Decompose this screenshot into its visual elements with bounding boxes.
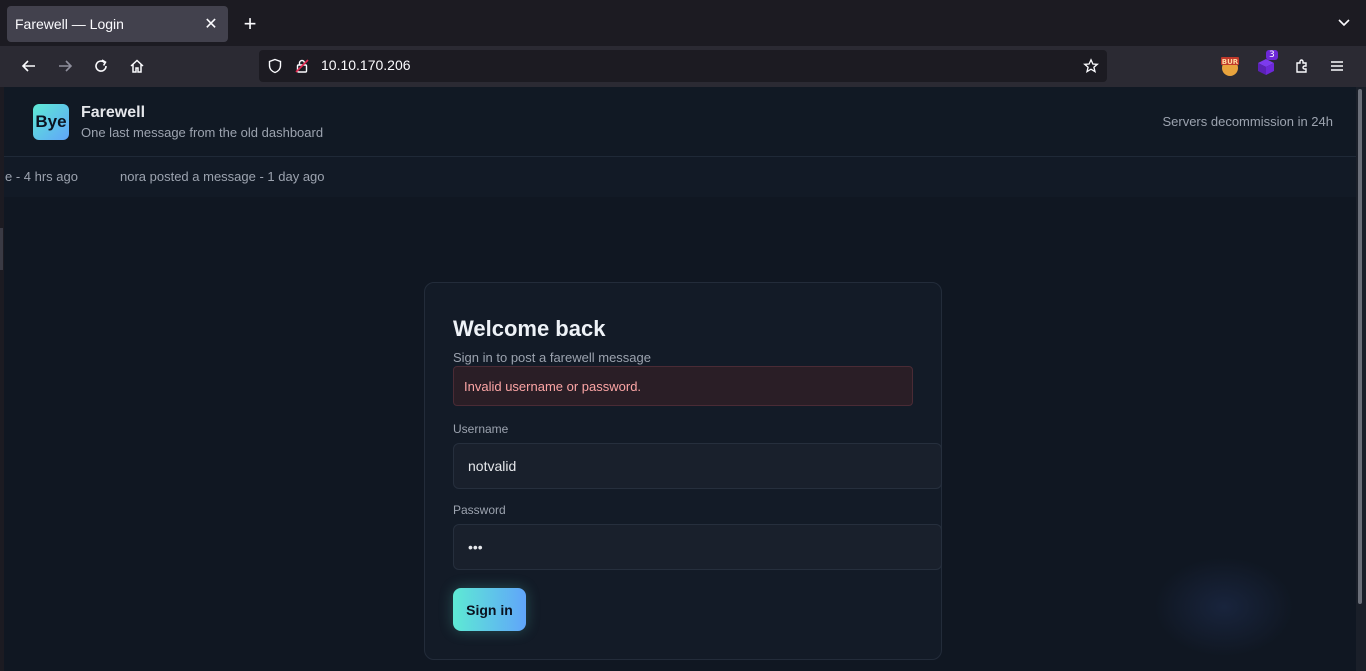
username-input[interactable]: notvalid xyxy=(453,443,942,489)
insecure-lock-icon[interactable] xyxy=(294,58,310,74)
browser-tab[interactable]: Farewell — Login ✕ xyxy=(7,6,228,42)
reload-button[interactable] xyxy=(90,55,112,77)
login-subtitle: Sign in to post a farewell message xyxy=(453,350,651,365)
username-label: Username xyxy=(453,422,509,436)
bookmark-star-icon[interactable] xyxy=(1083,58,1099,74)
burp-extension-icon[interactable]: BUR xyxy=(1218,54,1242,78)
site-header: Bye Farewell One last message from the o… xyxy=(4,87,1356,157)
site-logo[interactable]: Bye xyxy=(33,104,69,140)
url-bar[interactable]: 10.10.170.206 xyxy=(259,50,1107,82)
forward-button[interactable] xyxy=(54,55,76,77)
sidebar-handle xyxy=(0,228,3,270)
browser-nav-bar: 10.10.170.206 BUR 3 xyxy=(0,46,1366,87)
reload-icon xyxy=(95,59,107,72)
login-title: Welcome back xyxy=(453,316,606,341)
close-tab-icon[interactable]: ✕ xyxy=(202,14,220,34)
svg-text:BUR: BUR xyxy=(1222,58,1239,66)
tab-title: Farewell — Login xyxy=(15,16,124,32)
cube-extension-icon[interactable]: 3 xyxy=(1254,50,1278,78)
login-card: Welcome back Sign in to post a farewell … xyxy=(424,282,942,660)
error-alert: Invalid username or password. xyxy=(453,366,913,406)
background-glow xyxy=(1154,557,1294,657)
home-button[interactable] xyxy=(126,55,148,77)
extensions-puzzle-icon[interactable] xyxy=(1290,54,1314,78)
sign-in-button[interactable]: Sign in xyxy=(453,588,526,631)
back-arrow-icon xyxy=(21,60,35,72)
page-content: Bye Farewell One last message from the o… xyxy=(4,87,1356,671)
password-input[interactable]: ••• xyxy=(453,524,942,570)
browser-tab-bar: Farewell — Login ✕ + xyxy=(0,0,1366,46)
home-icon xyxy=(130,59,144,73)
menu-hamburger-icon[interactable] xyxy=(1325,54,1349,78)
extension-badge: 3 xyxy=(1266,50,1278,60)
brand-subtitle: One last message from the old dashboard xyxy=(81,125,324,140)
shield-icon[interactable] xyxy=(267,58,283,74)
brand-title: Farewell xyxy=(81,104,146,121)
new-tab-button[interactable]: + xyxy=(240,12,260,36)
ticker-item: e - 4 hrs ago xyxy=(5,169,78,184)
url-text[interactable]: 10.10.170.206 xyxy=(321,57,411,73)
ticker-item: nora posted a message - 1 day ago xyxy=(120,169,325,184)
activity-ticker: e - 4 hrs ago nora posted a message - 1 … xyxy=(4,157,1356,197)
error-message: Invalid username or password. xyxy=(464,379,642,394)
scrollbar-thumb[interactable] xyxy=(1358,89,1362,604)
decommission-notice: Servers decommission in 24h xyxy=(1162,114,1333,129)
password-label: Password xyxy=(453,503,506,517)
page-scrollbar[interactable] xyxy=(1356,87,1366,671)
back-button[interactable] xyxy=(18,55,40,77)
forward-arrow-icon xyxy=(59,60,73,72)
tab-list-chevron-icon[interactable] xyxy=(1336,14,1352,30)
